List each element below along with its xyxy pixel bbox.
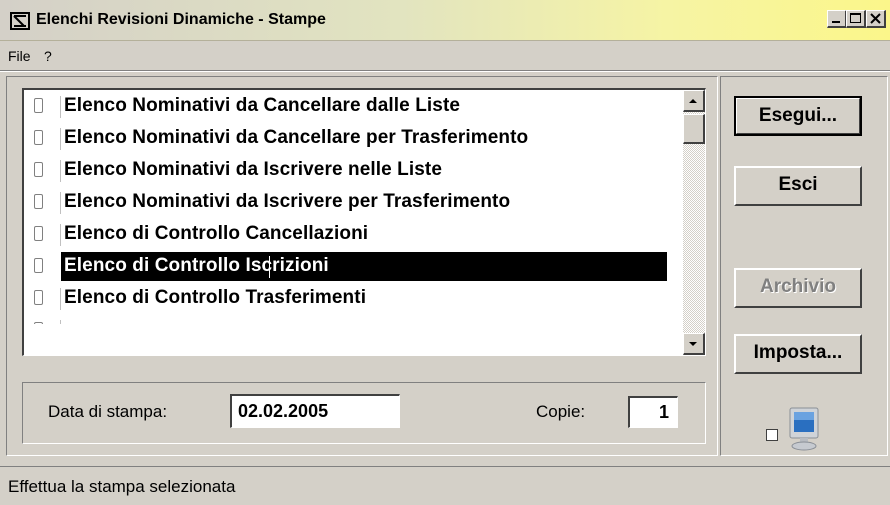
vertical-scrollbar[interactable] xyxy=(683,90,705,355)
list-item-partial xyxy=(24,316,672,324)
item-label: Elenco Nominativi da Iscrivere nelle Lis… xyxy=(64,159,443,180)
text-caret xyxy=(269,256,270,278)
archivio-button[interactable]: Archivio xyxy=(734,268,862,308)
menu-file[interactable]: File xyxy=(8,48,31,64)
item-checkbox xyxy=(34,322,43,324)
menu-help[interactable]: ? xyxy=(44,48,52,64)
item-checkbox[interactable] xyxy=(34,226,43,241)
scroll-down-button[interactable] xyxy=(683,333,705,355)
esci-button[interactable]: Esci xyxy=(734,166,862,206)
report-list[interactable]: Elenco Nominativi da Cancellare dalle Li… xyxy=(22,88,706,356)
menu-separator xyxy=(0,70,890,72)
copies-input[interactable]: 1 xyxy=(628,396,678,428)
list-item[interactable]: Elenco Nominativi da Cancellare dalle Li… xyxy=(24,92,672,122)
minimize-icon xyxy=(832,21,840,23)
scroll-thumb[interactable] xyxy=(683,114,705,144)
item-checkbox[interactable] xyxy=(34,130,43,145)
item-divider xyxy=(60,128,61,150)
item-divider xyxy=(60,160,61,182)
item-checkbox[interactable] xyxy=(34,194,43,209)
app-logo-icon xyxy=(10,12,30,30)
window-title: Elenchi Revisioni Dinamiche - Stampe xyxy=(36,11,326,28)
status-bar: Effettua la stampa selezionata xyxy=(0,466,890,505)
maximize-icon xyxy=(850,13,861,23)
copies-label: Copie: xyxy=(536,402,586,421)
close-button[interactable] xyxy=(866,10,886,28)
item-divider xyxy=(60,320,61,324)
list-item[interactable]: Elenco di Controllo Cancellazioni xyxy=(24,220,672,250)
list-item-selected[interactable]: Elenco di Controllo Iscrizioni xyxy=(24,252,672,282)
print-preview-checkbox[interactable] xyxy=(766,429,778,441)
item-label: Elenco Nominativi da Iscrivere per Trasf… xyxy=(64,191,511,212)
minimize-button[interactable] xyxy=(827,10,847,28)
title-bar[interactable]: Elenchi Revisioni Dinamiche - Stampe xyxy=(0,0,890,41)
date-label: Data di stampa: xyxy=(48,402,168,421)
item-checkbox[interactable] xyxy=(34,258,43,273)
list-item[interactable]: Elenco Nominativi da Iscrivere nelle Lis… xyxy=(24,156,672,186)
maximize-button[interactable] xyxy=(846,10,866,28)
item-divider xyxy=(60,224,61,246)
scroll-up-button[interactable] xyxy=(683,90,705,112)
arrow-down-icon xyxy=(689,342,697,346)
item-divider xyxy=(60,288,61,310)
item-label: Elenco di Controllo Iscrizioni xyxy=(64,255,329,276)
item-label: Elenco Nominativi da Cancellare dalle Li… xyxy=(64,95,461,116)
item-checkbox[interactable] xyxy=(34,290,43,305)
list-item[interactable]: Elenco di Controllo Trasferimenti xyxy=(24,284,672,314)
esegui-button[interactable]: Esegui... xyxy=(734,96,862,136)
item-divider xyxy=(60,192,61,214)
item-checkbox[interactable] xyxy=(34,162,43,177)
list-item[interactable]: Elenco Nominativi da Cancellare per Tras… xyxy=(24,124,672,154)
date-input[interactable]: 02.02.2005 xyxy=(230,394,400,428)
status-text: Effettua la stampa selezionata xyxy=(8,477,236,496)
item-label: Elenco di Controllo Trasferimenti xyxy=(64,287,367,308)
close-icon xyxy=(870,13,881,24)
list-item[interactable]: Elenco Nominativi da Iscrivere per Trasf… xyxy=(24,188,672,218)
arrow-up-icon xyxy=(689,99,697,103)
item-checkbox[interactable] xyxy=(34,98,43,113)
imposta-button[interactable]: Imposta... xyxy=(734,334,862,374)
item-divider xyxy=(60,96,61,118)
item-label: Elenco di Controllo Cancellazioni xyxy=(64,223,369,244)
monitor-icon xyxy=(789,407,819,451)
item-label: Elenco Nominativi da Cancellare per Tras… xyxy=(64,127,529,148)
menu-bar: File ? xyxy=(0,41,890,69)
